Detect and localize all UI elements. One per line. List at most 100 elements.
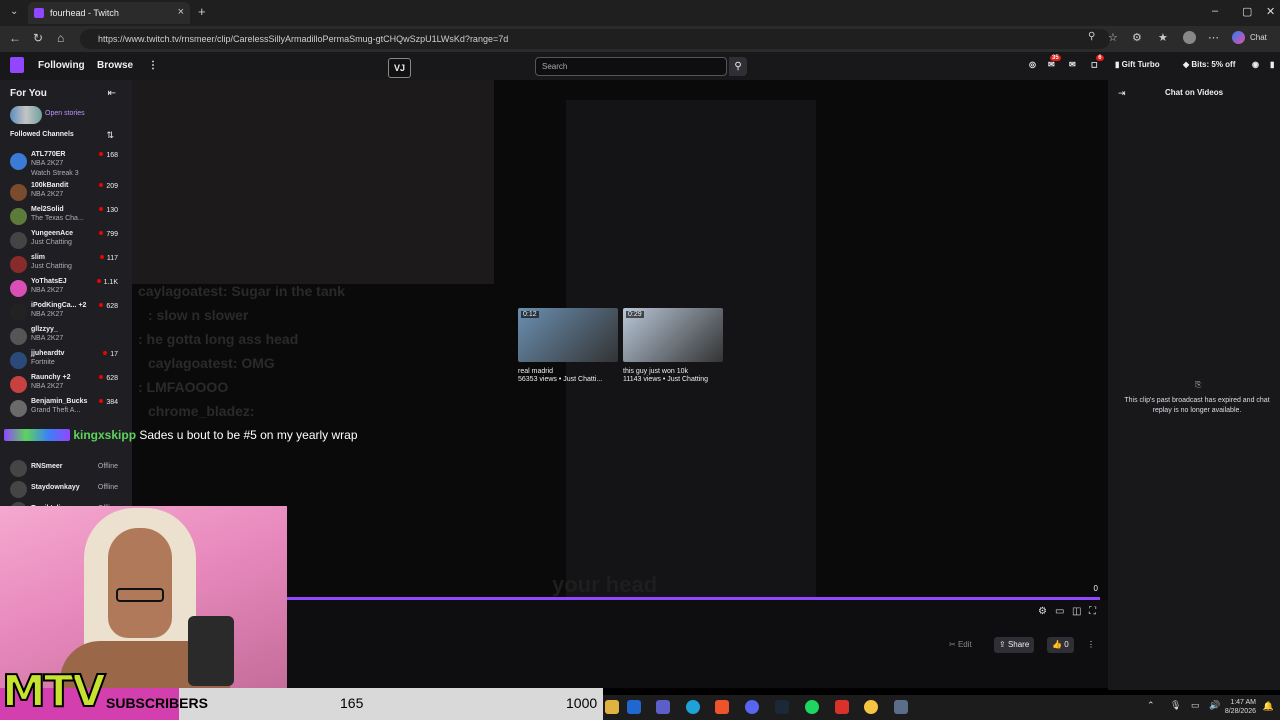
twitch-logo-icon[interactable] [10,57,24,73]
new-tab-icon[interactable]: + [198,4,206,19]
more-icon[interactable]: ⋯ [1208,31,1219,44]
teams-icon[interactable] [656,700,670,714]
sidebar-channel[interactable]: iPodKingCa... +2 NBA 2K27 628 [0,301,132,325]
recommended-clip-1[interactable]: 0:12 real madrid 56353 views • Just Chat… [518,308,618,383]
viewer-count: 168 [99,152,118,159]
channel-game: Just Chatting [31,263,72,270]
mic-tray-icon[interactable]: 🎙 [1170,700,1181,711]
nav-browse[interactable]: Browse [97,60,133,71]
file-explorer-icon[interactable] [605,700,619,714]
sidebar-channel[interactable]: jjuheardtv Fortnite 17 [0,349,132,373]
spotify-icon[interactable] [805,700,819,714]
channel-avatar [10,376,27,393]
viewer-count: 117 [100,255,118,262]
channel-name: Staydownkayy [31,484,80,491]
clip-duration: 0:29 [626,311,644,318]
nav-more-icon[interactable]: ⋮ [148,60,158,71]
taskbar-clock[interactable]: 1:47 AM 8/28/2026 [1225,698,1256,716]
clip-more-icon[interactable]: ⋮ [1082,637,1100,653]
refresh-icon[interactable]: ↻ [33,31,43,45]
sidebar-channel[interactable]: YungeenAce Just Chatting 799 [0,229,132,253]
brave-icon[interactable] [715,700,729,714]
chat-expired-icon: ⎘ [1195,380,1202,389]
bits-icon[interactable]: ◉ [1252,60,1259,69]
stories-avatars[interactable] [10,106,42,124]
browser-tab[interactable]: fourhead - Twitch × [28,2,190,24]
fullscreen-icon[interactable]: ⛶ [1089,606,1096,617]
volume-tray-icon[interactable]: 🔊 [1209,700,1220,711]
discord-icon[interactable] [745,700,759,714]
sidebar-channel[interactable]: Raunchy +2 NBA 2K27 628 [0,373,132,397]
sidebar-channel[interactable]: gllzzyy_ NBA 2K27 [0,325,132,349]
clock-time: 1:47 AM [1230,699,1256,706]
sidebar-channel[interactable]: slim Just Chatting 117 [0,253,132,277]
notification-bell-icon[interactable]: 🔔 [1263,701,1274,712]
collapse-sidebar-icon[interactable]: ⇤ [108,88,116,99]
settings-app-icon[interactable] [894,700,908,714]
search-input[interactable]: Search [535,57,727,76]
channel-avatar [10,481,27,498]
steam-icon[interactable] [775,700,789,714]
viewer-count: 628 [99,375,118,382]
search-icon[interactable]: ⚲ [729,57,747,76]
store-icon[interactable] [627,700,641,714]
maximize-icon[interactable]: ▢ [1242,5,1252,18]
vj-extension-icon[interactable]: VJ [388,58,411,78]
channel-avatar [10,232,27,249]
tray-chevron-icon[interactable]: ⌃ [1147,700,1155,711]
open-stories-link[interactable]: Open stories [45,110,85,117]
clip-title: real madrid [518,368,554,375]
home-icon[interactable]: ⌂ [57,31,64,45]
sidebar-channel[interactable]: Mel2Solid The Texas Cha... 130 [0,205,132,229]
crown-icon[interactable]: ◎ [1029,60,1036,69]
viewer-count: 209 [99,183,118,190]
profile-avatar[interactable] [1183,31,1196,44]
channel-game: The Texas Cha... [31,215,84,222]
gift-turbo-button[interactable]: ▮ Gift Turbo [1115,60,1160,69]
bits-button[interactable]: ◆ Bits: 5% off [1183,60,1235,69]
app2-icon[interactable] [864,700,878,714]
like-button[interactable]: 👍 0 [1047,637,1074,653]
zoom-icon[interactable]: ⚲ [1088,31,1095,42]
app-icon[interactable] [835,700,849,714]
favorite-star-icon[interactable]: ☆ [1108,31,1118,44]
sort-icon[interactable]: ⇅ [106,130,114,141]
extensions-icon[interactable]: ⚙ [1132,31,1142,44]
close-window-icon[interactable]: ✕ [1266,5,1275,18]
copilot-icon[interactable] [1232,31,1245,44]
theatre-mode-icon[interactable]: ▭ [1055,606,1064,617]
edge-icon[interactable] [686,700,700,714]
channel-game: NBA 2K27 [31,335,64,342]
sidebar-channel[interactable]: 100kBandit NBA 2K27 209 [0,181,132,205]
whisper-icon[interactable]: ✉ [1069,60,1076,69]
nav-following[interactable]: Following [38,60,85,71]
channel-game: Fortnite [31,359,55,366]
close-tab-icon[interactable]: × [178,6,184,18]
display-tray-icon[interactable]: ▭ [1191,700,1200,711]
back-icon[interactable]: ← [9,31,21,45]
channel-game: NBA 2K27 [31,311,64,318]
url-field[interactable]: https://www.twitch.tv/rnsmeer/clip/Carel… [80,29,1110,49]
minimize-icon[interactable]: – [1212,5,1218,17]
viewer-count: 1.1K [97,279,118,286]
channel-game: NBA 2K27 [31,383,64,390]
pip-icon[interactable]: ◫ [1072,606,1081,617]
face-shape [108,528,172,638]
ghost-chat-line: caylagoatest: Sugar in the tank [138,283,345,299]
chat-label[interactable]: Chat [1250,33,1267,42]
recommended-clip-2[interactable]: 0:29 this guy just won 10k 11143 views •… [623,308,723,383]
share-button[interactable]: ⇪ Share [994,637,1035,653]
sidebar-channel[interactable]: YoThatsEJ NBA 2K27 1.1K [0,277,132,301]
favorites-icon[interactable]: ★ [1158,31,1168,44]
notifications-icon[interactable]: ◻ 6 [1091,55,1104,69]
tab-menu-icon[interactable]: ⌄ [10,6,18,17]
inbox-icon[interactable]: ✉ 35 [1048,55,1061,69]
channel-game: NBA 2K27 [31,191,64,198]
bits-label: Bits: 5% off [1191,60,1236,69]
sidebar-channel[interactable]: Benjamin_Bucks Grand Theft A... 384 [0,397,132,421]
settings-icon[interactable]: ⚙ [1038,606,1047,617]
user-menu-icon[interactable]: ▮ [1270,60,1274,69]
edit-button[interactable]: ✂ Edit [944,637,977,653]
edit-label: Edit [957,640,972,649]
twitch-top-nav: Following Browse ⋮ VJ Search ⚲ ◎ ✉ 35 ✉ ◻… [0,52,1280,80]
